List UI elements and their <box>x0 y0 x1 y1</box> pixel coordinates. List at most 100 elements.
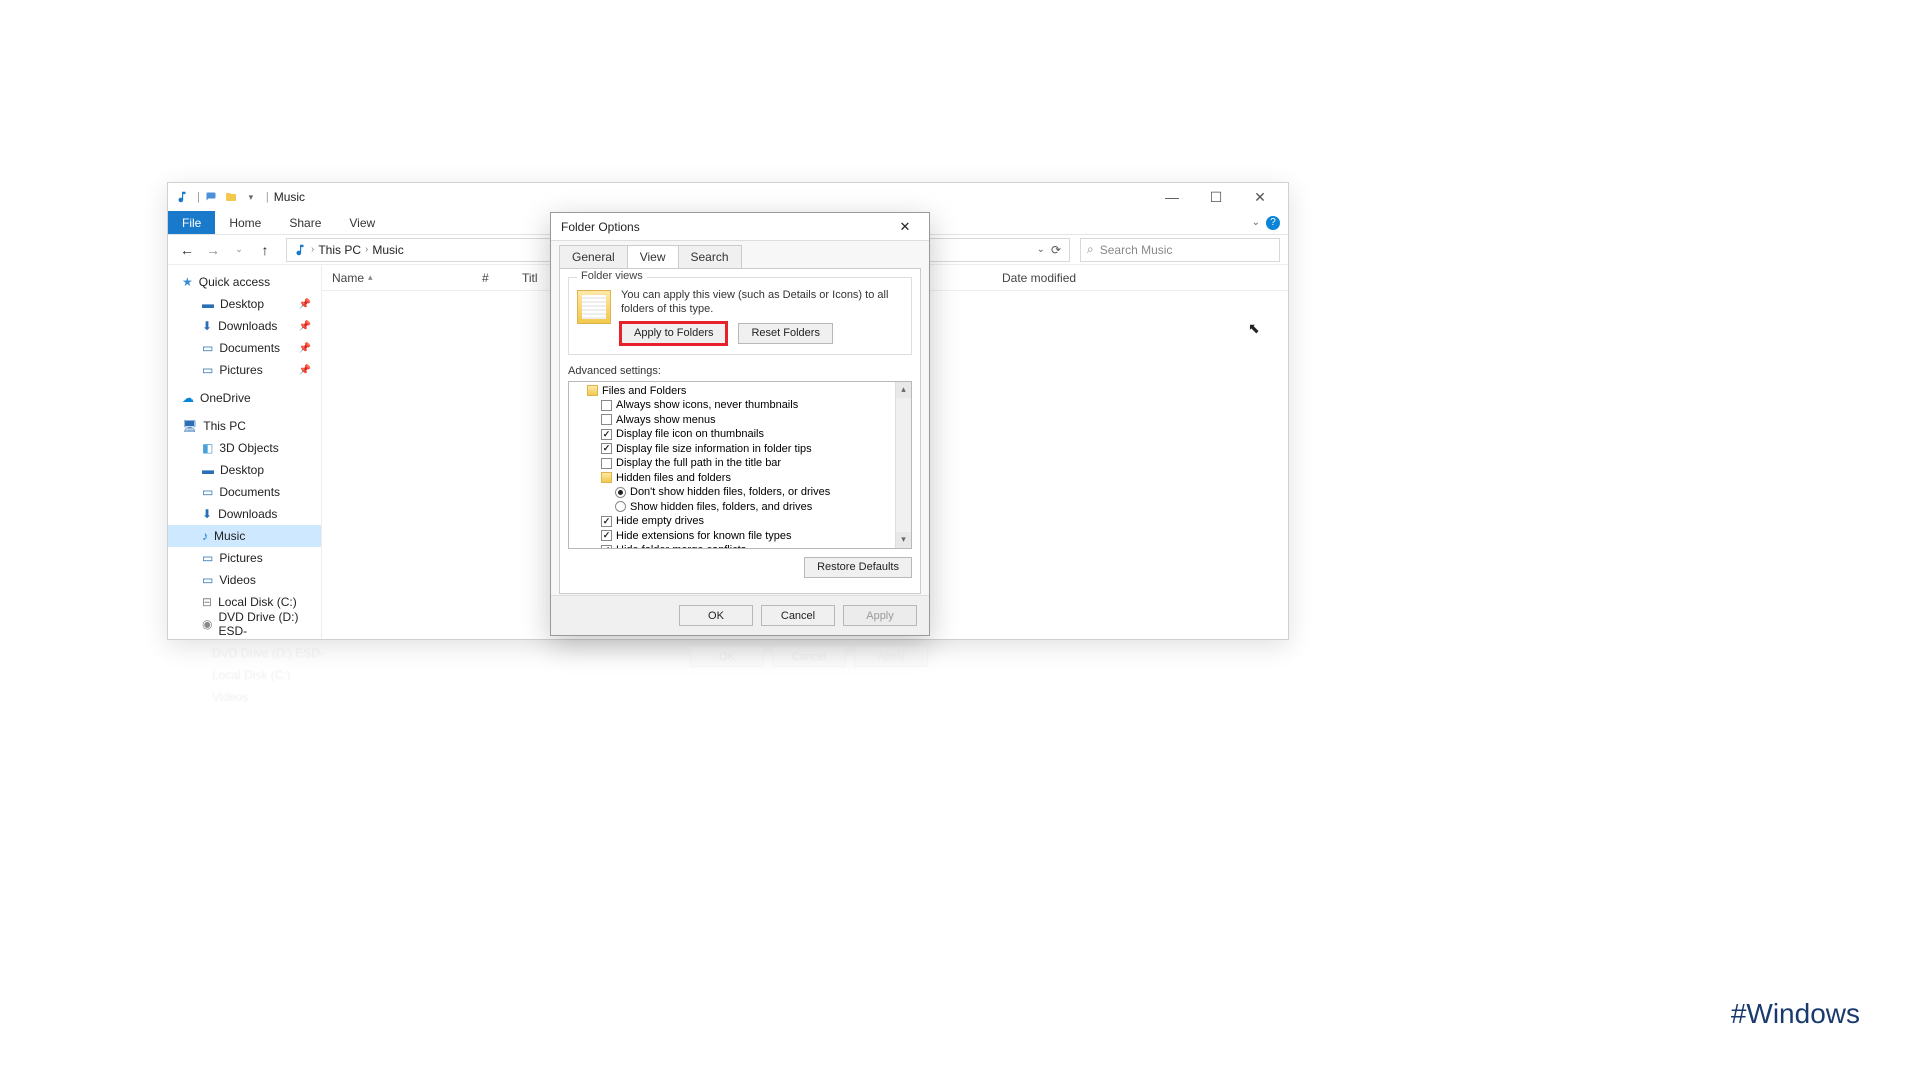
folder-views-group: Folder views You can apply this view (su… <box>568 277 912 355</box>
ok-button[interactable]: OK <box>679 605 753 626</box>
music-icon <box>174 189 190 205</box>
pin-icon: 📌 <box>299 365 311 376</box>
minimize-button[interactable]: — <box>1150 183 1194 211</box>
breadcrumb[interactable]: Music <box>372 243 403 257</box>
cancel-button[interactable]: Cancel <box>761 605 835 626</box>
nav-documents[interactable]: ▭Documents📌 <box>168 337 321 359</box>
col-date[interactable]: Date modified <box>1002 271 1076 285</box>
pictures-icon: ▭ <box>202 551 213 565</box>
cube-icon: ◧ <box>202 441 213 455</box>
pin-icon: 📌 <box>299 321 311 332</box>
help-icon[interactable]: ? <box>1266 216 1280 230</box>
col-name[interactable]: Name▴ <box>332 271 482 285</box>
tab-home[interactable]: Home <box>215 211 275 234</box>
nav-3d-objects[interactable]: ◧3D Objects <box>168 437 321 459</box>
reset-folders-button[interactable]: Reset Folders <box>738 323 832 344</box>
videos-icon: ▭ <box>202 573 213 587</box>
setting-checkbox[interactable]: Always show menus <box>573 413 893 428</box>
documents-icon: ▭ <box>202 485 213 499</box>
dialog-close-button[interactable]: ✕ <box>891 217 919 237</box>
nav-desktop[interactable]: ▬Desktop📌 <box>168 293 321 315</box>
scrollbar[interactable]: ▴ ▾ <box>895 382 911 548</box>
tab-view[interactable]: View <box>335 211 389 234</box>
setting-radio[interactable]: Don't show hidden files, folders, or dri… <box>573 485 893 500</box>
apply-button[interactable]: Apply <box>843 605 917 626</box>
restore-defaults-button[interactable]: Restore Defaults <box>804 557 912 578</box>
folder-views-desc: You can apply this view (such as Details… <box>621 288 903 317</box>
nav-pictures-pc[interactable]: ▭Pictures <box>168 547 321 569</box>
nav-this-pc[interactable]: 🖥This PC <box>168 415 321 437</box>
scroll-up-icon[interactable]: ▴ <box>896 382 911 398</box>
checkbox-icon <box>601 443 612 454</box>
checkbox-icon <box>601 545 612 549</box>
tab-share[interactable]: Share <box>275 211 335 234</box>
checkbox-icon <box>601 400 612 411</box>
tab-file[interactable]: File <box>168 211 215 234</box>
save-icon[interactable] <box>203 189 219 205</box>
chevron-down-icon[interactable]: ⌄ <box>1037 244 1045 255</box>
downloads-icon: ⬇ <box>202 319 212 333</box>
advanced-settings-list[interactable]: ▴ ▾ Files and Folders Always show icons,… <box>568 381 912 549</box>
search-icon: ⌕ <box>1087 242 1094 257</box>
nav-pictures[interactable]: ▭Pictures📌 <box>168 359 321 381</box>
drive-icon: ⊟ <box>202 595 212 609</box>
pin-icon: 📌 <box>299 299 311 310</box>
dropdown-icon[interactable]: ▾ <box>243 189 259 205</box>
maximize-button[interactable]: ☐ <box>1194 183 1238 211</box>
ribbon-chevron-icon[interactable]: ⌄ <box>1252 217 1260 228</box>
up-button[interactable]: ↑ <box>254 239 276 261</box>
setting-checkbox[interactable]: Display file icon on thumbnails <box>573 427 893 442</box>
setting-checkbox[interactable]: Hide empty drives <box>573 514 893 529</box>
dialog-titlebar[interactable]: Folder Options ✕ <box>551 213 929 241</box>
nav-videos[interactable]: ▭Videos <box>168 569 321 591</box>
radio-icon <box>615 501 626 512</box>
nav-downloads-pc[interactable]: ⬇Downloads <box>168 503 321 525</box>
advanced-label: Advanced settings: <box>568 365 912 377</box>
nav-desktop-pc[interactable]: ▬Desktop <box>168 459 321 481</box>
apply-to-folders-button[interactable]: Apply to Folders <box>621 323 726 344</box>
dialog-footer: OK Cancel Apply <box>551 595 929 635</box>
disc-icon: ◉ <box>202 617 212 631</box>
nav-quick-access[interactable]: ★ Quick access <box>168 271 321 293</box>
documents-icon: ▭ <box>202 341 213 355</box>
tab-view[interactable]: View <box>627 245 679 268</box>
nav-dvd-drive[interactable]: ◉DVD Drive (D:) ESD- <box>168 613 321 635</box>
setting-checkbox[interactable]: Hide folder merge conflicts <box>573 543 893 549</box>
forward-button[interactable]: → <box>202 239 224 261</box>
setting-checkbox[interactable]: Hide extensions for known file types <box>573 529 893 544</box>
col-num[interactable]: # <box>482 271 522 285</box>
back-button[interactable]: ← <box>176 239 198 261</box>
folder-view-icon <box>577 290 611 324</box>
folder-icon <box>601 472 612 483</box>
scroll-down-icon[interactable]: ▾ <box>896 532 911 548</box>
nav-onedrive[interactable]: ☁OneDrive <box>168 387 321 409</box>
refresh-button[interactable]: ⟳ <box>1047 241 1065 259</box>
cloud-icon: ☁ <box>182 391 194 405</box>
tree-folder[interactable]: Hidden files and folders <box>573 471 893 486</box>
titlebar[interactable]: | ▾ | Music — ☐ ✕ <box>168 183 1288 211</box>
radio-icon <box>615 487 626 498</box>
reflection: DVD Drive (D:) ESD- Local Disk (C:) Vide… <box>178 642 324 708</box>
setting-checkbox[interactable]: Display the full path in the title bar <box>573 456 893 471</box>
pc-icon: 🖥 <box>182 419 197 433</box>
tree-folder[interactable]: Files and Folders <box>573 384 893 399</box>
nav-pane: ★ Quick access ▬Desktop📌 ⬇Downloads📌 ▭Do… <box>168 265 322 639</box>
nav-downloads[interactable]: ⬇Downloads📌 <box>168 315 321 337</box>
checkbox-icon <box>601 429 612 440</box>
dialog-panel: Folder views You can apply this view (su… <box>559 268 921 594</box>
nav-music[interactable]: ♪Music <box>168 525 321 547</box>
folder-options-dialog: Folder Options ✕ General View Search Fol… <box>550 212 930 636</box>
setting-checkbox[interactable]: Always show icons, never thumbnails <box>573 398 893 413</box>
search-input[interactable]: ⌕ Search Music <box>1080 238 1280 262</box>
setting-checkbox[interactable]: Display file size information in folder … <box>573 442 893 457</box>
tab-search[interactable]: Search <box>678 245 742 268</box>
setting-radio[interactable]: Show hidden files, folders, and drives <box>573 500 893 515</box>
breadcrumb[interactable]: This PC <box>318 243 361 257</box>
checkbox-icon <box>601 414 612 425</box>
pin-icon: 📌 <box>299 343 311 354</box>
music-icon: ♪ <box>202 529 208 543</box>
recent-dropdown[interactable]: ⌄ <box>228 239 250 261</box>
nav-documents-pc[interactable]: ▭Documents <box>168 481 321 503</box>
close-button[interactable]: ✕ <box>1238 183 1282 211</box>
tab-general[interactable]: General <box>559 245 628 268</box>
